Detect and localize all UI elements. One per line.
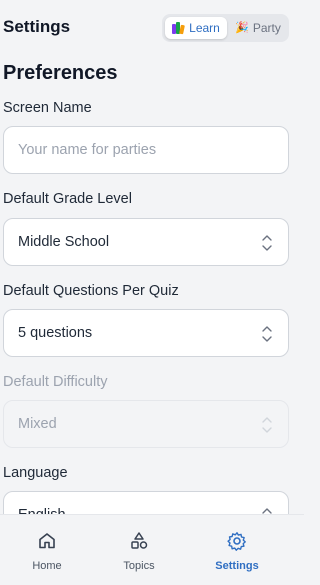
grade-level-value: Middle School (18, 234, 110, 250)
difficulty-label: Default Difficulty (3, 374, 108, 390)
questions-per-quiz-value: 5 questions (18, 325, 93, 341)
questions-per-quiz-select[interactable]: 5 questions (3, 309, 289, 357)
learn-mode-label: Learn (189, 21, 220, 35)
section-title-preferences: Preferences (3, 62, 118, 84)
header: Settings Learn 🎉 Party (0, 0, 304, 56)
nav-item-home[interactable]: Home (7, 515, 87, 585)
page-title: Settings (3, 17, 71, 36)
screen-name-input[interactable] (4, 127, 288, 173)
screen-name-label: Screen Name (3, 100, 92, 116)
chevron-up-down-icon (262, 326, 272, 342)
difficulty-select: Mixed (3, 400, 289, 448)
bottom-nav: Home Topics Settings (0, 514, 304, 584)
difficulty-value: Mixed (18, 416, 57, 432)
chevron-up-down-icon (262, 235, 272, 251)
party-mode-button[interactable]: 🎉 Party (230, 17, 286, 39)
party-mode-label: Party (252, 21, 281, 35)
learn-mode-button[interactable]: Learn (165, 17, 227, 39)
mode-toggle: Learn 🎉 Party (162, 14, 289, 42)
nav-label-settings: Settings (215, 560, 259, 572)
grade-level-select[interactable]: Middle School (3, 218, 289, 266)
chevron-up-down-icon (262, 417, 272, 433)
nav-item-topics[interactable]: Topics (99, 515, 179, 585)
party-popper-icon: 🎉 (235, 21, 249, 34)
nav-label-topics: Topics (123, 560, 155, 572)
screen-name-field[interactable] (3, 126, 289, 174)
shapes-icon (131, 532, 148, 549)
grade-level-label: Default Grade Level (3, 191, 132, 207)
language-label: Language (3, 465, 68, 481)
nav-label-home: Home (32, 560, 62, 572)
gear-icon (227, 532, 246, 551)
nav-item-settings[interactable]: Settings (197, 515, 277, 585)
home-icon (39, 533, 55, 549)
questions-per-quiz-label: Default Questions Per Quiz (3, 283, 179, 299)
books-icon (172, 22, 186, 35)
